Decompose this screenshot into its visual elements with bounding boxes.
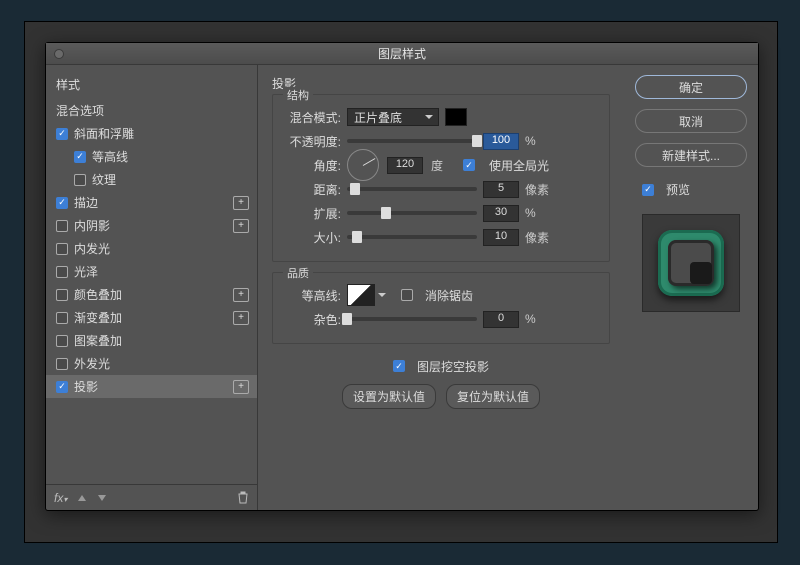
noise-slider[interactable] <box>347 317 477 321</box>
style-checkbox[interactable] <box>56 358 68 370</box>
style-item-label: 内发光 <box>74 240 110 257</box>
structure-group: 结构 混合模式: 正片叠底 不透明度: 100 % 角度: <box>272 94 610 262</box>
style-item[interactable]: 光泽 <box>46 260 257 283</box>
new-style-button[interactable]: 新建样式... <box>635 143 747 167</box>
blend-mode-label: 混合模式: <box>283 109 341 126</box>
style-checkbox[interactable] <box>56 289 68 301</box>
add-effect-icon[interactable]: + <box>233 288 249 302</box>
spread-slider[interactable] <box>347 211 477 215</box>
effect-settings: 投影 结构 混合模式: 正片叠底 不透明度: 100 % <box>258 65 624 510</box>
global-light-label: 使用全局光 <box>489 157 549 174</box>
add-effect-icon[interactable]: + <box>233 311 249 325</box>
style-item[interactable]: 斜面和浮雕 <box>46 122 257 145</box>
layer-style-dialog: 图层样式 样式 混合选项 斜面和浮雕等高线纹理描边 + 内阴影 + 内发光光泽颜色叠加 +… <box>45 42 759 511</box>
style-item-label: 外发光 <box>74 355 110 372</box>
blend-mode-select[interactable]: 正片叠底 <box>347 108 439 126</box>
blending-options[interactable]: 混合选项 <box>46 99 257 122</box>
angle-dial[interactable] <box>347 149 379 181</box>
opacity-input[interactable]: 100 <box>483 133 519 150</box>
styles-list: 样式 混合选项 斜面和浮雕等高线纹理描边 + 内阴影 + 内发光光泽颜色叠加 + 渐变叠加 +… <box>46 65 258 510</box>
preview-label: 预览 <box>666 181 690 198</box>
distance-input[interactable]: 5 <box>483 181 519 198</box>
style-checkbox[interactable] <box>56 335 68 347</box>
cancel-button[interactable]: 取消 <box>635 109 747 133</box>
fx-icon[interactable]: fx▾ <box>54 491 67 505</box>
style-item-label: 颜色叠加 <box>74 286 122 303</box>
quality-group: 品质 等高线: 消除锯齿 杂色: 0 % <box>272 272 610 344</box>
preview-thumbnail <box>642 214 740 312</box>
style-checkbox[interactable] <box>74 174 86 186</box>
distance-label: 距离: <box>283 181 341 198</box>
style-item[interactable]: 渐变叠加 + <box>46 306 257 329</box>
contour-label: 等高线: <box>283 287 341 304</box>
reset-default-button[interactable]: 复位为默认值 <box>446 384 540 409</box>
style-checkbox[interactable] <box>74 151 86 163</box>
opacity-slider[interactable] <box>347 139 477 143</box>
close-icon[interactable] <box>54 49 64 59</box>
trash-icon[interactable] <box>237 491 249 504</box>
angle-label: 角度: <box>283 157 341 174</box>
global-light-checkbox[interactable] <box>463 159 475 171</box>
distance-slider[interactable] <box>347 187 477 191</box>
style-item-label: 等高线 <box>92 148 128 165</box>
ok-button[interactable]: 确定 <box>635 75 747 99</box>
style-checkbox[interactable] <box>56 220 68 232</box>
style-item-label: 图案叠加 <box>74 332 122 349</box>
style-checkbox[interactable] <box>56 381 68 393</box>
add-effect-icon[interactable]: + <box>233 219 249 233</box>
style-item-label: 投影 <box>74 378 98 395</box>
add-effect-icon[interactable]: + <box>233 380 249 394</box>
angle-input[interactable]: 120 <box>387 157 423 174</box>
panel-title: 投影 <box>272 75 610 92</box>
add-effect-icon[interactable]: + <box>233 196 249 210</box>
style-item-label: 光泽 <box>74 263 98 280</box>
style-item[interactable]: 投影 + <box>46 375 257 398</box>
make-default-button[interactable]: 设置为默认值 <box>342 384 436 409</box>
style-item[interactable]: 等高线 <box>46 145 257 168</box>
style-item[interactable]: 内发光 <box>46 237 257 260</box>
size-label: 大小: <box>283 229 341 246</box>
style-item[interactable]: 颜色叠加 + <box>46 283 257 306</box>
style-item-label: 纹理 <box>92 171 116 188</box>
titlebar[interactable]: 图层样式 <box>46 43 758 65</box>
styles-header[interactable]: 样式 <box>46 70 257 99</box>
spread-input[interactable]: 30 <box>483 205 519 222</box>
noise-input[interactable]: 0 <box>483 311 519 328</box>
dialog-actions: 确定 取消 新建样式... 预览 <box>624 65 758 510</box>
shadow-color-swatch[interactable] <box>445 108 467 126</box>
style-item-label: 渐变叠加 <box>74 309 122 326</box>
style-item-label: 描边 <box>74 194 98 211</box>
style-item[interactable]: 内阴影 + <box>46 214 257 237</box>
style-checkbox[interactable] <box>56 197 68 209</box>
dialog-title: 图层样式 <box>378 45 426 62</box>
style-item-label: 内阴影 <box>74 217 110 234</box>
style-item[interactable]: 纹理 <box>46 168 257 191</box>
contour-picker[interactable] <box>347 284 375 306</box>
style-item[interactable]: 图案叠加 <box>46 329 257 352</box>
size-input[interactable]: 10 <box>483 229 519 246</box>
size-slider[interactable] <box>347 235 477 239</box>
knockout-checkbox[interactable] <box>393 360 405 372</box>
style-checkbox[interactable] <box>56 243 68 255</box>
style-checkbox[interactable] <box>56 312 68 324</box>
arrow-up-icon[interactable] <box>77 493 87 503</box>
style-item[interactable]: 外发光 <box>46 352 257 375</box>
antialias-checkbox[interactable] <box>401 289 413 301</box>
style-checkbox[interactable] <box>56 266 68 278</box>
style-item-label: 斜面和浮雕 <box>74 125 134 142</box>
style-item[interactable]: 描边 + <box>46 191 257 214</box>
antialias-label: 消除锯齿 <box>425 287 473 304</box>
preview-icon <box>658 230 724 296</box>
arrow-down-icon[interactable] <box>97 493 107 503</box>
spread-label: 扩展: <box>283 205 341 222</box>
noise-label: 杂色: <box>283 311 341 328</box>
style-checkbox[interactable] <box>56 128 68 140</box>
knockout-label: 图层挖空投影 <box>417 358 489 375</box>
styles-footer: fx▾ <box>46 484 257 510</box>
preview-checkbox[interactable] <box>642 184 654 196</box>
opacity-label: 不透明度: <box>283 133 341 150</box>
